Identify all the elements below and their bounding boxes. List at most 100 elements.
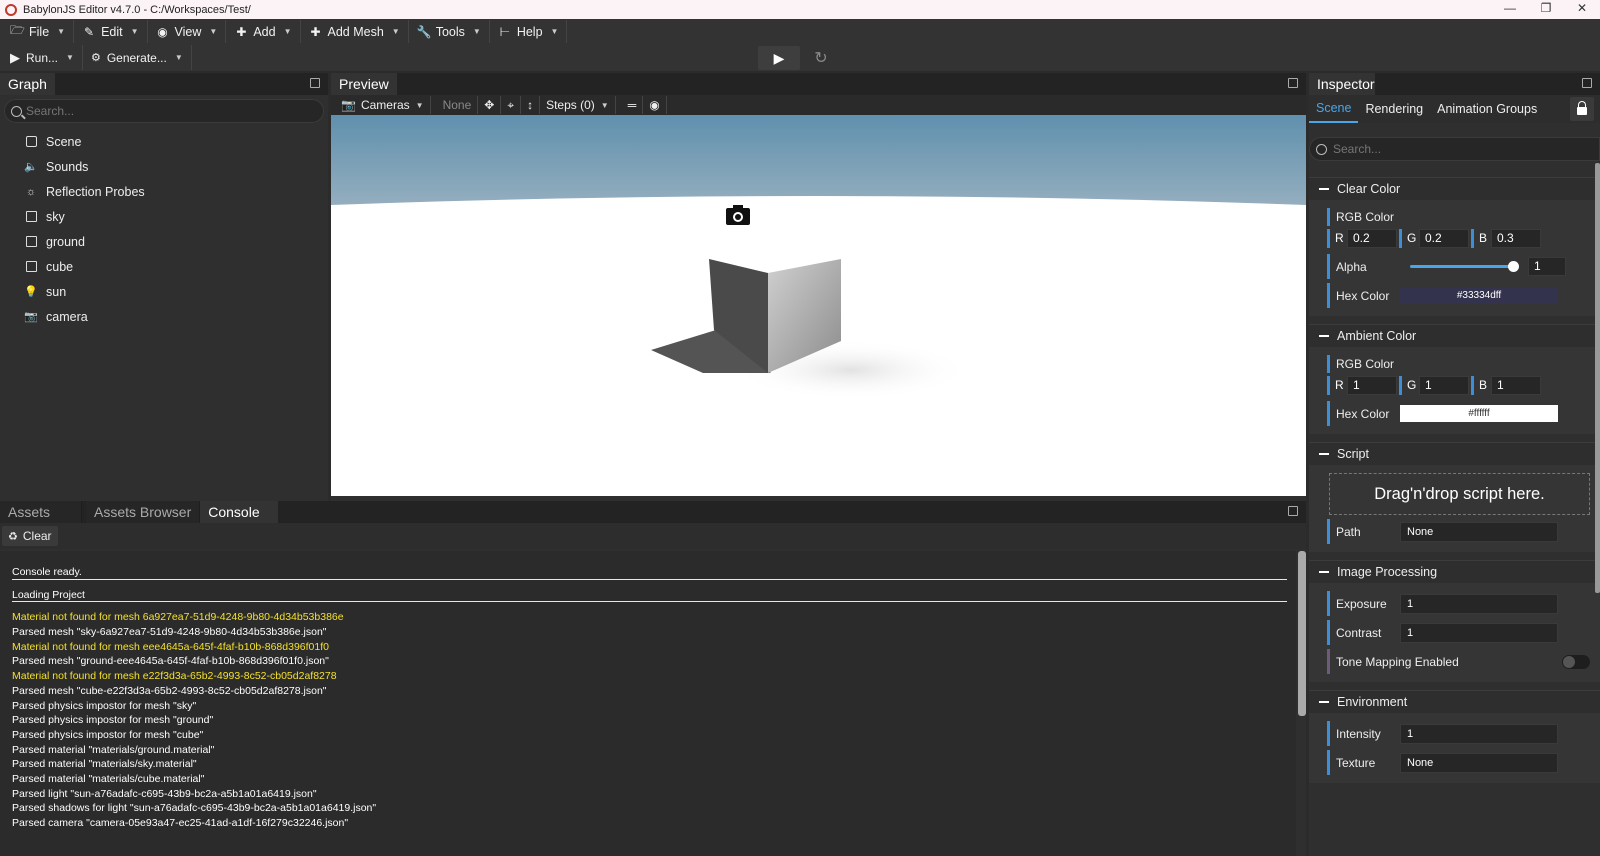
menu-edit[interactable]: ✎ Edit ▼ [74, 20, 148, 43]
console-log-line: Parsed material "materials/sky.material" [12, 758, 197, 771]
slider-knob[interactable] [1508, 261, 1519, 272]
menu-add-mesh[interactable]: ✚ Add Mesh ▼ [301, 20, 409, 43]
environment-header[interactable]: Environment [1309, 691, 1600, 713]
texture-input[interactable]: None [1400, 752, 1558, 773]
exposure-input[interactable]: 1 [1400, 593, 1558, 614]
script-header[interactable]: Script [1309, 443, 1600, 465]
inspector-search-input[interactable] [1333, 142, 1488, 156]
gizmo-none-button[interactable]: None [437, 96, 479, 114]
ambient-hex-input[interactable]: #ffffff [1400, 405, 1558, 422]
inspector-search[interactable] [1309, 137, 1600, 161]
generate-button[interactable]: ⚙ Generate... ▼ [83, 45, 192, 70]
run-button[interactable]: ▶ Run... ▼ [2, 45, 83, 70]
maximize-panel-icon[interactable] [1582, 78, 1592, 88]
clear-color-header[interactable]: Clear Color [1309, 178, 1600, 200]
rotation-gizmo-button[interactable]: ⌖ [501, 96, 522, 114]
graph-search-input[interactable] [26, 104, 307, 118]
restore-icon[interactable]: ❐ [1528, 0, 1564, 19]
menu-view-label: View [174, 24, 202, 39]
contrast-input[interactable]: 1 [1400, 622, 1558, 643]
menu-file[interactable]: 🗁 File ▼ [2, 20, 75, 43]
plus-icon: ✚ [236, 24, 247, 39]
tab-assets[interactable]: Assets [0, 501, 82, 523]
graph-item-label: Sounds [46, 159, 89, 174]
tab-inspector[interactable]: Inspector [1309, 73, 1375, 95]
maximize-panel-icon[interactable] [1288, 506, 1298, 516]
lock-button[interactable] [1570, 97, 1594, 121]
run-toolbar: ▶ Run... ▼ ⚙ Generate... ▼ ▶ ↻ [0, 44, 1600, 71]
tab-scene[interactable]: Scene [1309, 95, 1359, 123]
ambient-g-input[interactable]: 1 [1419, 375, 1469, 395]
image-processing-section: Image Processing Exposure 1 Contrast 1 T… [1309, 560, 1600, 682]
graph-item-cube[interactable]: cube [0, 254, 328, 279]
play-icon: ▶ [773, 49, 785, 66]
graph-item-sky[interactable]: sky [0, 204, 328, 229]
inspector-scrollbar[interactable] [1595, 163, 1600, 593]
maximize-panel-icon[interactable] [1288, 78, 1298, 88]
clear-b-input[interactable]: 0.3 [1491, 228, 1541, 248]
close-icon[interactable]: ✕ [1564, 0, 1600, 19]
caret-down-icon: ▼ [550, 27, 559, 36]
graph-item-scene[interactable]: Scene [0, 129, 328, 154]
ambient-color-header[interactable]: Ambient Color [1309, 325, 1600, 347]
r-label: R [1335, 231, 1344, 245]
b-label: B [1479, 231, 1488, 245]
console-scrollbar[interactable] [1298, 551, 1306, 716]
visibility-button[interactable]: ◉ [643, 96, 667, 114]
clear-console-button[interactable]: ♻ Clear [2, 526, 58, 546]
graph-item-sounds[interactable]: 🔈 Sounds [0, 154, 328, 179]
tone-mapping-toggle[interactable] [1562, 654, 1590, 669]
clear-r-input[interactable]: 0.2 [1347, 228, 1397, 248]
minimize-icon[interactable]: — [1492, 0, 1528, 19]
scene-icon [24, 135, 38, 149]
graph-item-camera[interactable]: 📷 camera [0, 304, 328, 329]
clear-hex-input[interactable]: #33334dff [1400, 287, 1558, 304]
menu-tools[interactable]: 🔧 Tools ▼ [409, 20, 490, 43]
alpha-slider[interactable] [1410, 261, 1519, 272]
scene-viewport[interactable] [331, 115, 1306, 496]
maximize-panel-icon[interactable] [310, 78, 320, 88]
intensity-input[interactable]: 1 [1400, 723, 1558, 744]
menu-help[interactable]: ⊢ Help ▼ [490, 20, 568, 43]
graph-item-reflection-probes[interactable]: ☼ Reflection Probes [0, 179, 328, 204]
grip-button[interactable]: ═ [622, 96, 644, 114]
tab-graph[interactable]: Graph [0, 73, 55, 95]
lightbulb-icon: 💡 [24, 286, 38, 298]
ambient-r-input[interactable]: 1 [1347, 375, 1397, 395]
graph-item-label: Scene [46, 134, 82, 149]
edit-icon: ✎ [84, 24, 95, 39]
clear-color-section: Clear Color RGB Color R 0.2 G 0.2 B 0.3 Alp… [1309, 177, 1600, 316]
graph-item-ground[interactable]: ground [0, 229, 328, 254]
script-dropzone[interactable]: Drag'n'drop script here. [1329, 473, 1590, 515]
menu-add-mesh-label: Add Mesh [327, 24, 384, 39]
ambient-b-input[interactable]: 1 [1491, 375, 1541, 395]
console-warning-line: Material not found for mesh 6a927ea7-51d… [12, 611, 344, 624]
position-gizmo-button[interactable]: ✥ [478, 96, 502, 114]
script-path-input[interactable]: None [1400, 521, 1558, 542]
image-processing-header[interactable]: Image Processing [1309, 561, 1600, 583]
caret-down-icon: ▼ [415, 100, 424, 110]
hex-color-label: Hex Color [1336, 406, 1390, 421]
tab-animation-groups[interactable]: Animation Groups [1430, 95, 1544, 123]
play-scene-button[interactable]: ▶ [758, 46, 800, 70]
ambient-rgb-inputs: R1 G1 B1 [1327, 373, 1600, 397]
graph-item-sun[interactable]: 💡 sun [0, 279, 328, 304]
alpha-input[interactable]: 1 [1528, 257, 1566, 276]
mesh-icon [24, 210, 38, 224]
console-output[interactable]: Console ready. Loading Project Material … [0, 551, 1296, 856]
tab-assets-browser[interactable]: Assets Browser [86, 501, 201, 523]
tab-preview[interactable]: Preview [331, 73, 397, 95]
tab-rendering[interactable]: Rendering [1358, 95, 1430, 123]
clear-g-input[interactable]: 0.2 [1419, 228, 1469, 248]
scale-gizmo-button[interactable]: ↕ [521, 96, 541, 114]
menu-view[interactable]: ◉ View ▼ [148, 20, 227, 43]
cameras-dropdown[interactable]: 📷 Cameras ▼ [335, 96, 431, 114]
eye-icon: ◉ [157, 24, 168, 39]
menu-add[interactable]: ✚ Add ▼ [226, 20, 301, 43]
sky-band [331, 115, 1306, 205]
graph-search[interactable] [4, 99, 324, 123]
steps-dropdown[interactable]: Steps (0) ▼ [540, 96, 616, 114]
script-section: Script Drag'n'drop script here. Path Non… [1309, 442, 1600, 552]
tab-console[interactable]: Console [200, 501, 279, 523]
restart-button[interactable]: ↻ [808, 46, 834, 70]
